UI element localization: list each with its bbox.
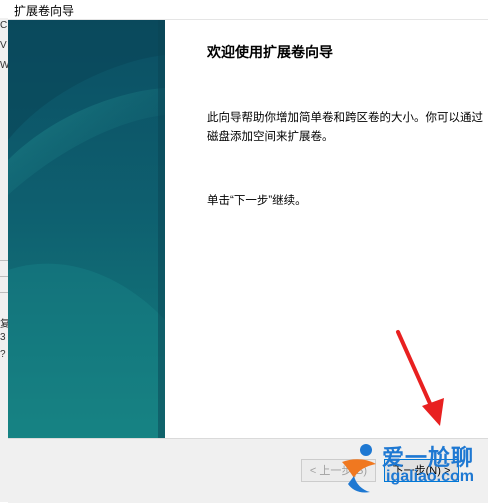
bg-divider (0, 276, 8, 277)
bg-glyph: ? (0, 349, 6, 360)
continue-hint: 单击“下一步”继续。 (207, 195, 307, 207)
title-bar[interactable]: 扩展卷向导 (0, 0, 488, 20)
wizard-description: 此向导帮助你增加简单卷和跨区卷的大小。你可以通过 磁盘添加空间来扩展卷。 (207, 109, 488, 147)
bg-glyph: 3 (0, 332, 6, 343)
description-line: 磁盘添加空间来扩展卷。 (207, 131, 334, 143)
bg-divider (0, 292, 8, 293)
watermark-logo-icon (342, 444, 376, 493)
site-watermark: 爱一尬聊 igaliao.com (336, 440, 486, 498)
watermark-url: igaliao.com (386, 468, 475, 485)
bg-divider (0, 260, 8, 261)
wizard-content: 欢迎使用扩展卷向导 此向导帮助你增加简单卷和跨区卷的大小。你可以通过 磁盘添加空… (175, 20, 488, 438)
description-line: 此向导帮助你增加简单卷和跨区卷的大小。你可以通过 (207, 112, 483, 124)
bg-glyph: C (0, 20, 8, 31)
extend-volume-wizard: 欢迎使用扩展卷向导 此向导帮助你增加简单卷和跨区卷的大小。你可以通过 磁盘添加空… (8, 20, 488, 503)
window-title: 扩展卷向导 (14, 4, 75, 18)
banner-graphic (8, 20, 165, 438)
background-window-edge: C V W 复 3 ? (0, 18, 10, 502)
wizard-heading: 欢迎使用扩展卷向导 (207, 44, 333, 60)
wizard-side-banner (8, 20, 165, 438)
bg-glyph: V (0, 40, 7, 51)
